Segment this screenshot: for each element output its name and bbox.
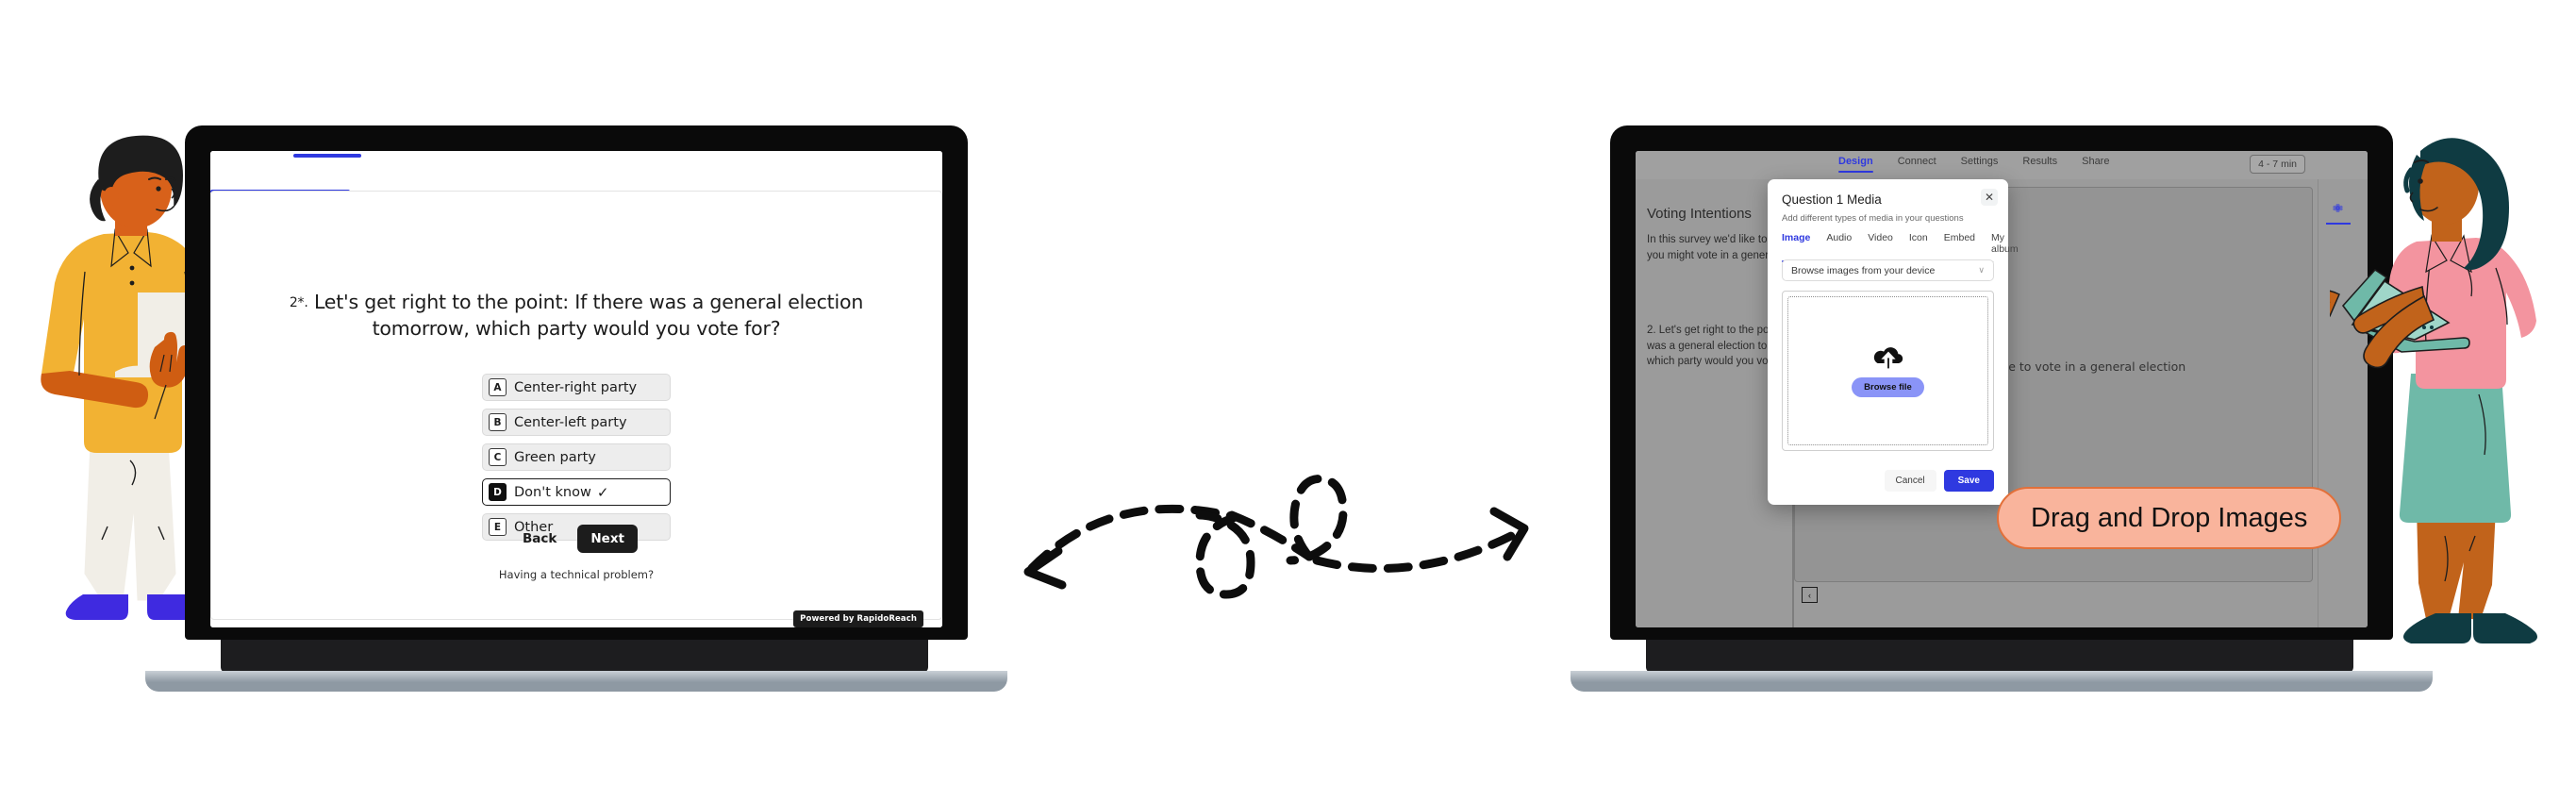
- survey-top-progress-bar: [293, 154, 361, 158]
- modal-tab-embed[interactable]: Embed: [1944, 232, 1975, 262]
- laptop-left-screen: 2*. Let's get right to the point: If the…: [210, 151, 942, 627]
- laptop-left: 2*. Let's get right to the point: If the…: [145, 125, 1007, 692]
- laptop-right-hinge: [1646, 640, 2353, 673]
- image-dropzone-inner: Browse file: [1787, 296, 1988, 445]
- drag-and-drop-callout: Drag and Drop Images: [1997, 487, 2342, 549]
- cancel-button[interactable]: Cancel: [1884, 470, 1936, 492]
- image-source-select[interactable]: Browse images from your device ∨: [1782, 259, 1994, 281]
- option-key-b: B: [489, 413, 507, 431]
- survey-option-a[interactable]: A Center-right party: [482, 374, 671, 401]
- modal-tabs: Image Audio Video Icon Embed My album: [1782, 232, 2019, 262]
- sidebar-survey-title: Voting Intentions: [1647, 206, 1752, 222]
- laptop-left-hinge: [221, 640, 928, 673]
- modal-actions: Cancel Save: [1884, 470, 1994, 492]
- modal-tab-image[interactable]: Image: [1782, 232, 1811, 262]
- survey-option-b[interactable]: B Center-left party: [482, 409, 671, 436]
- survey-preview: 2*. Let's get right to the point: If the…: [210, 151, 942, 627]
- save-button[interactable]: Save: [1943, 470, 1994, 492]
- question-media-modal: Question 1 Media Add different types of …: [1768, 179, 2019, 505]
- close-icon[interactable]: ✕: [1981, 189, 1998, 206]
- modal-tab-audio[interactable]: Audio: [1826, 232, 1852, 262]
- modal-subtitle: Add different types of media in your que…: [1782, 213, 1964, 224]
- survey-nav-row: Back Next: [482, 525, 671, 553]
- option-check-d: ✓: [596, 483, 609, 501]
- laptop-right: Design Connect Settings Results Share 4 …: [1571, 125, 2433, 692]
- image-dropzone[interactable]: Browse file: [1782, 291, 1994, 451]
- dashed-double-arrow: [1000, 453, 1585, 604]
- survey-question-text: Let's get right to the point: If there w…: [313, 291, 864, 341]
- tab-settings[interactable]: Settings: [1961, 156, 1999, 173]
- modal-tab-icon[interactable]: Icon: [1909, 232, 1928, 262]
- option-label-c: Green party: [514, 449, 596, 465]
- modal-tab-my-album[interactable]: My album: [1991, 232, 2019, 262]
- person-right-illustration: [2311, 130, 2576, 677]
- option-label-d: Don't know: [514, 484, 591, 500]
- laptop-left-base: [145, 671, 1007, 692]
- survey-option-c[interactable]: C Green party: [482, 443, 671, 471]
- next-button[interactable]: Next: [577, 525, 638, 553]
- powered-by-prefix: Powered by: [800, 614, 857, 624]
- survey-question: 2*. Let's get right to the point: If the…: [246, 289, 906, 343]
- modal-tab-video[interactable]: Video: [1868, 232, 1893, 262]
- editor-topbar: Design Connect Settings Results Share 4 …: [1636, 151, 2368, 179]
- back-button[interactable]: Back: [515, 526, 564, 551]
- browse-file-button[interactable]: Browse file: [1852, 376, 1924, 397]
- powered-by-brand: RapidoReach: [856, 614, 917, 624]
- technical-problem-link[interactable]: Having a technical problem?: [210, 568, 942, 581]
- scene-root: 2*. Let's get right to the point: If the…: [0, 0, 2576, 802]
- survey-option-d[interactable]: D Don't know ✓: [482, 478, 671, 506]
- survey-editor: Design Connect Settings Results Share 4 …: [1636, 151, 2368, 627]
- chevron-down-icon: ∨: [1978, 265, 1985, 275]
- option-label-a: Center-right party: [514, 379, 638, 395]
- cloud-upload-icon: [1871, 345, 1905, 370]
- editor-tabs: Design Connect Settings Results Share: [1838, 156, 2109, 173]
- option-key-c: C: [489, 448, 507, 466]
- survey-options-list: A Center-right party B Center-left party…: [482, 374, 671, 548]
- laptop-right-screen: Design Connect Settings Results Share 4 …: [1636, 151, 2368, 627]
- tab-design[interactable]: Design: [1838, 156, 1873, 173]
- option-label-b: Center-left party: [514, 414, 627, 430]
- survey-question-number: 2*.: [289, 295, 308, 310]
- laptop-right-base: [1571, 671, 2433, 692]
- option-key-a: A: [489, 378, 507, 396]
- modal-title: Question 1 Media: [1782, 192, 1882, 207]
- editor-prev-button[interactable]: ‹: [1802, 587, 1818, 603]
- tab-results[interactable]: Results: [2022, 156, 2057, 173]
- option-key-d: D: [489, 483, 507, 501]
- tab-share[interactable]: Share: [2082, 156, 2109, 173]
- time-estimate-badge: 4 - 7 min: [2250, 155, 2305, 174]
- powered-by-badge: Powered by RapidoReach: [793, 610, 923, 627]
- tab-connect[interactable]: Connect: [1898, 156, 1936, 173]
- image-source-select-value: Browse images from your device: [1791, 264, 1936, 276]
